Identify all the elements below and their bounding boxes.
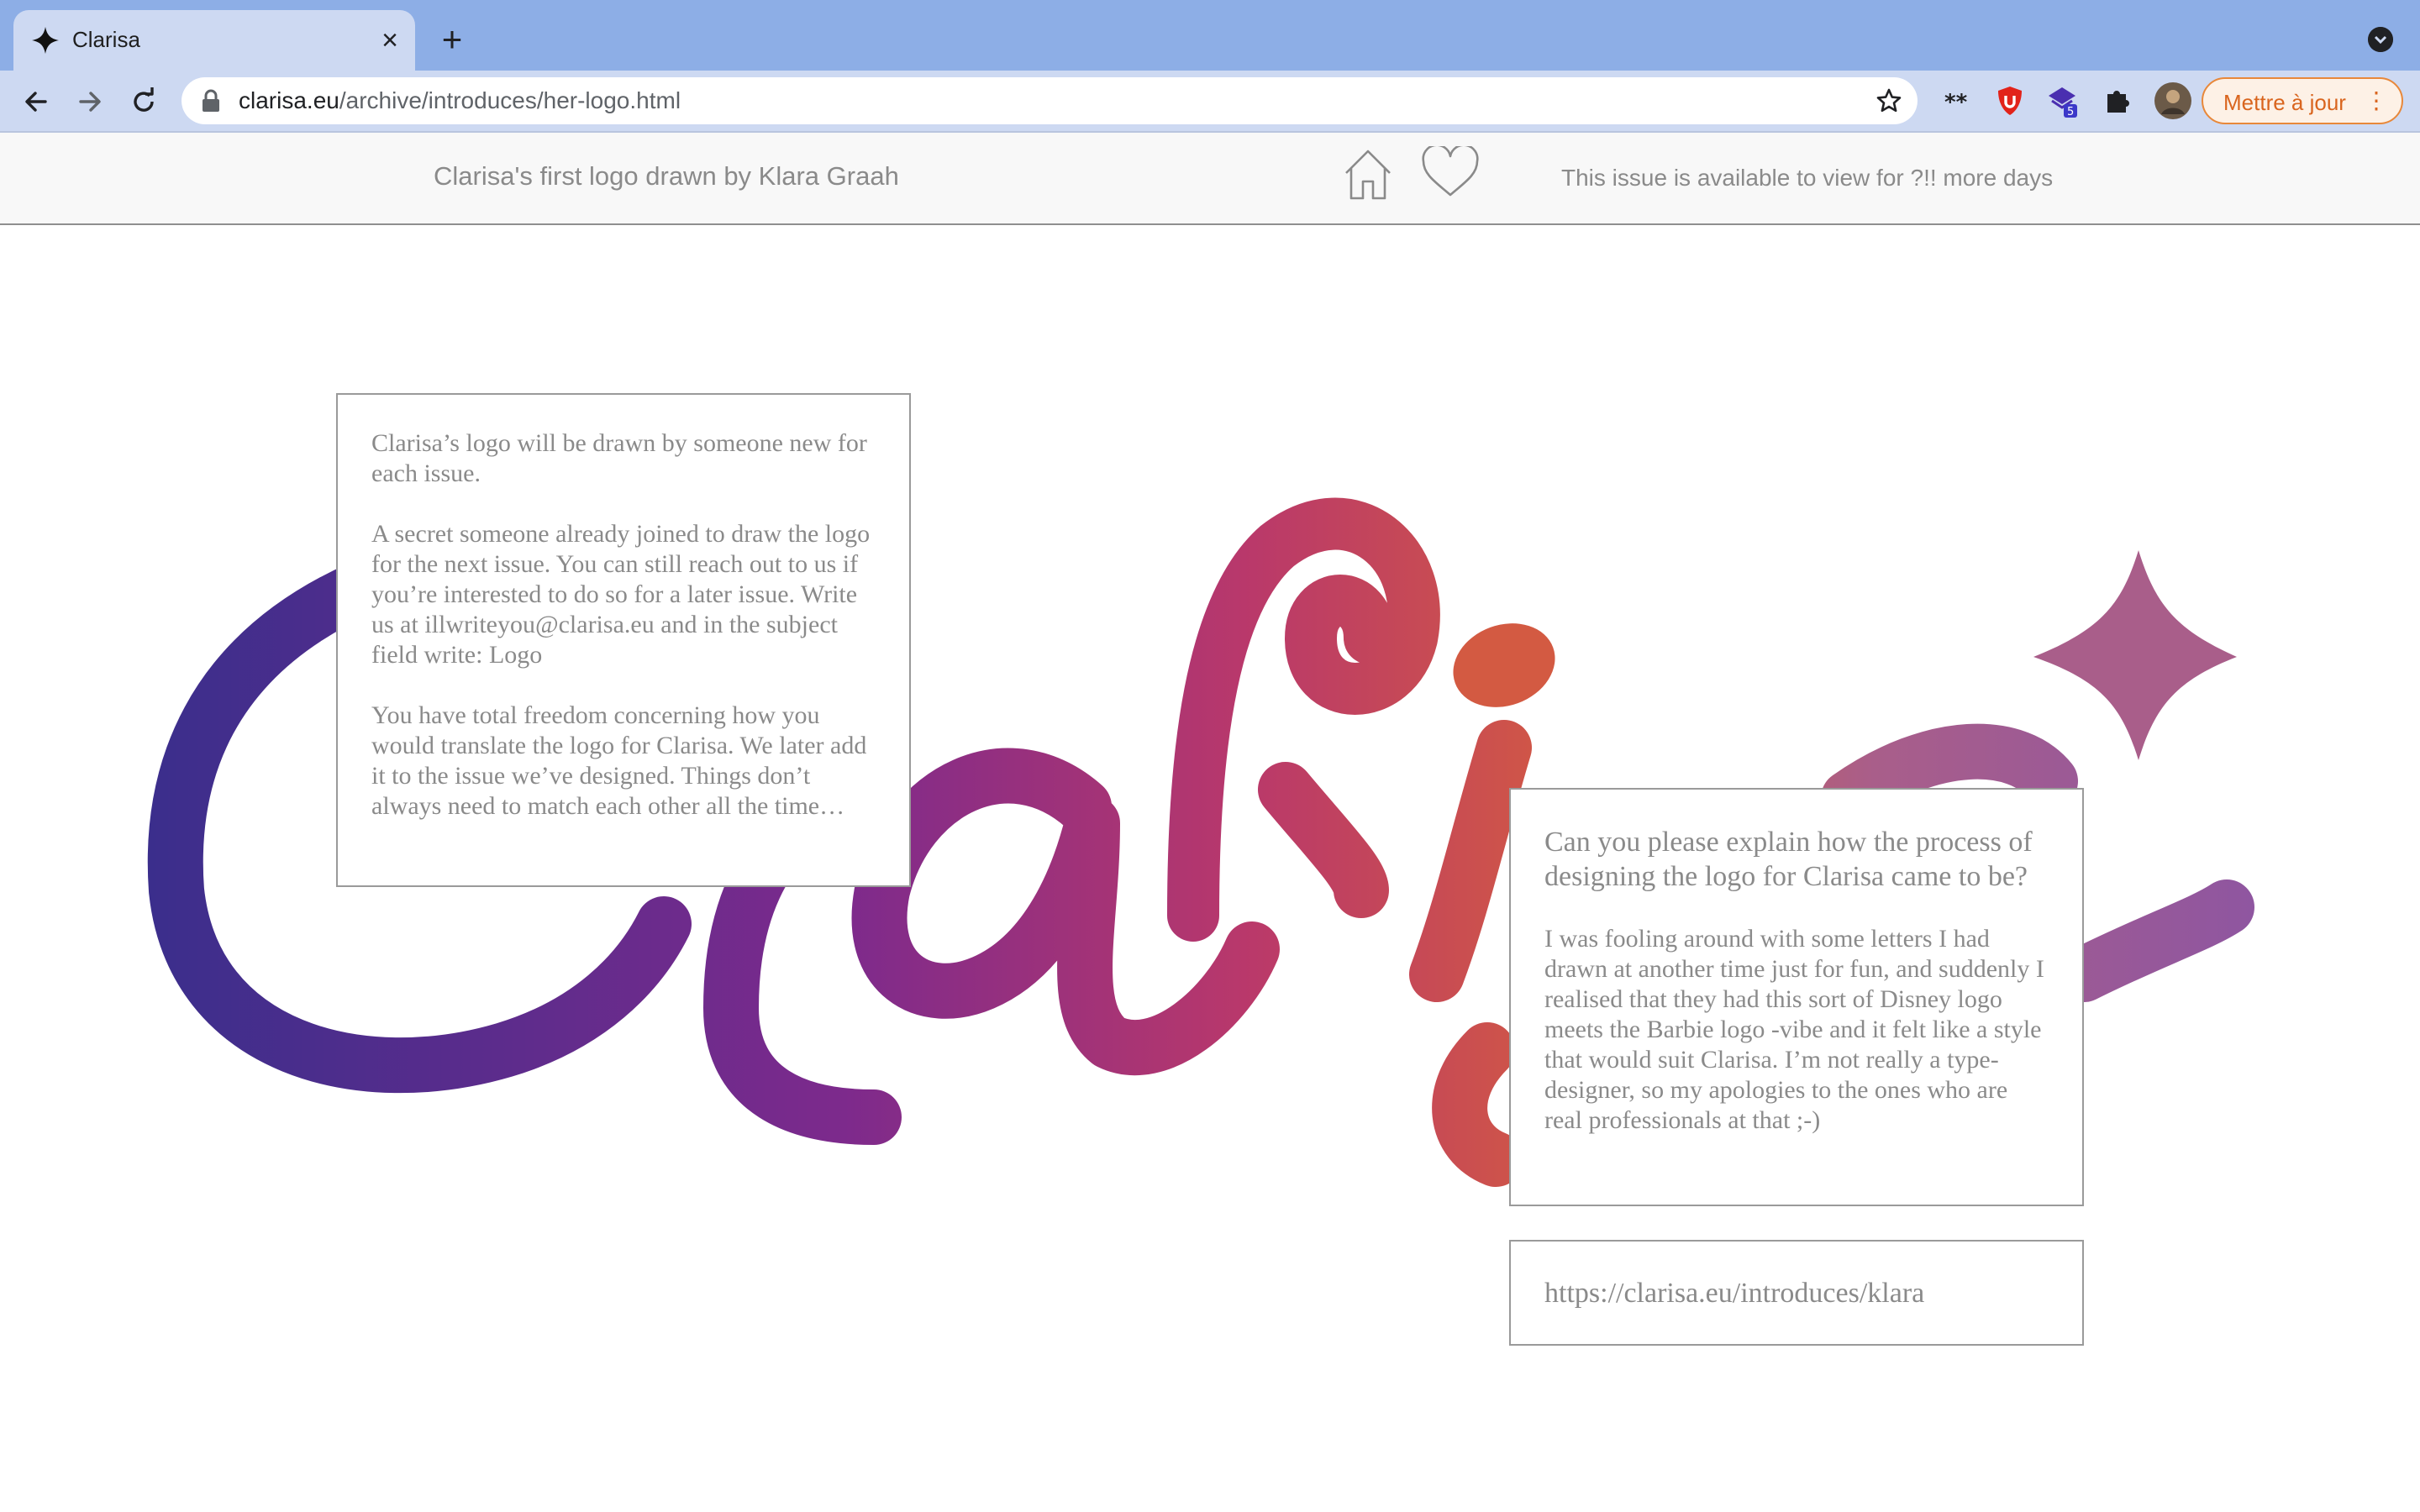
ublock-shield-icon[interactable] <box>1993 84 2027 118</box>
interview-box: Can you please explain how the process o… <box>1509 788 2084 1206</box>
browser-toolbar: clarisa.eu/archive/introduces/her-logo.h… <box>0 71 2420 133</box>
header-caption: Clarisa's first logo drawn by Klara Graa… <box>434 161 899 191</box>
availability-note: This issue is available to view for ?!! … <box>1561 165 2054 191</box>
kebab-menu-icon[interactable]: ⋮ <box>2365 87 2388 114</box>
bookmark-star-icon[interactable] <box>1876 87 1902 114</box>
browser-tab-active[interactable]: Clarisa × <box>13 10 415 71</box>
tab-title: Clarisa <box>72 27 140 52</box>
logo-letter-r <box>1167 497 1440 942</box>
profile-avatar[interactable] <box>2154 82 2191 119</box>
info-paragraph-3: You have total freedom concerning how yo… <box>371 701 867 820</box>
url-path: /archive/introduces/her-logo.html <box>339 87 681 113</box>
tab-close-icon[interactable]: × <box>376 26 403 55</box>
logo-i-dot <box>1453 623 1555 707</box>
url-host: clarisa.eu <box>239 87 339 113</box>
home-icon[interactable] <box>1343 148 1393 202</box>
lock-icon[interactable] <box>200 89 222 113</box>
address-bar[interactable]: clarisa.eu/archive/introduces/her-logo.h… <box>182 77 1918 124</box>
asterisk-extension-icon[interactable]: ** <box>1939 84 1973 118</box>
info-paragraph-2: A secret someone already joined to draw … <box>371 520 871 669</box>
logo-info-box: Clarisa’s logo will be drawn by someone … <box>336 393 911 887</box>
forward-arrow-icon[interactable] <box>74 86 106 118</box>
puzzle-extensions-icon[interactable] <box>2101 84 2134 118</box>
back-arrow-icon[interactable] <box>20 86 52 118</box>
new-tab-button[interactable]: + <box>437 22 467 57</box>
info-paragraph-1: Clarisa’s logo will be drawn by someone … <box>371 429 867 487</box>
logo-letter-i <box>1409 720 1532 1002</box>
browser-tabstrip: Clarisa × + <box>0 0 2420 71</box>
interview-question: Can you please explain how the process o… <box>1544 827 2033 892</box>
site-header: Clarisa's first logo drawn by Klara Graa… <box>0 133 2420 225</box>
interview-answer: I was fooling around with some letters I… <box>1544 925 2044 1134</box>
svg-text:**: ** <box>1944 90 1968 115</box>
logo-letter-r-leg <box>1258 762 1389 918</box>
extension-badge-icon[interactable]: 5 <box>2045 84 2079 118</box>
update-button[interactable]: Mettre à jour ⋮ <box>2202 77 2403 124</box>
designer-link[interactable]: https://clarisa.eu/introduces/klara <box>1544 1278 1924 1309</box>
tab-search-icon[interactable] <box>2368 27 2393 52</box>
designer-link-box[interactable]: https://clarisa.eu/introduces/klara <box>1509 1240 2084 1346</box>
logo-star <box>2033 550 2237 760</box>
url-text[interactable]: clarisa.eu/archive/introduces/her-logo.h… <box>239 87 681 114</box>
heart-icon[interactable] <box>1420 146 1481 198</box>
extension-badge-count: 5 <box>2067 106 2074 118</box>
reload-icon[interactable] <box>128 86 160 118</box>
update-button-label: Mettre à jour <box>2223 90 2346 115</box>
four-point-star-icon <box>32 27 59 54</box>
